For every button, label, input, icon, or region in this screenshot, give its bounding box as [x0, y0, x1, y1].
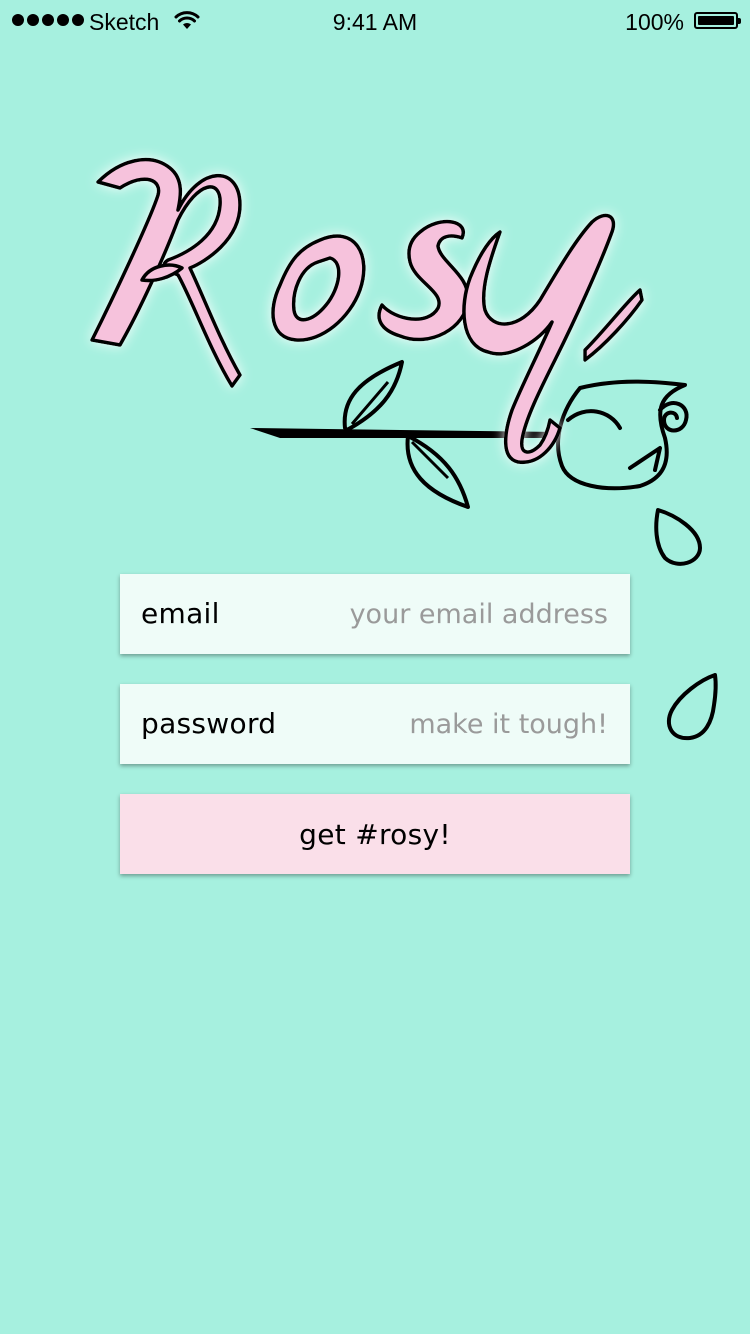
- get-rosy-button[interactable]: get #rosy!: [120, 794, 630, 874]
- email-field[interactable]: email: [120, 574, 630, 654]
- rosy-logo: [90, 157, 689, 509]
- password-input[interactable]: [308, 704, 608, 744]
- droplet-icon: [666, 673, 718, 741]
- rose-bud-icon: [556, 379, 689, 491]
- password-field[interactable]: password: [120, 684, 630, 764]
- email-input[interactable]: [308, 594, 608, 634]
- email-label: email: [141, 597, 220, 630]
- password-label: password: [141, 707, 277, 740]
